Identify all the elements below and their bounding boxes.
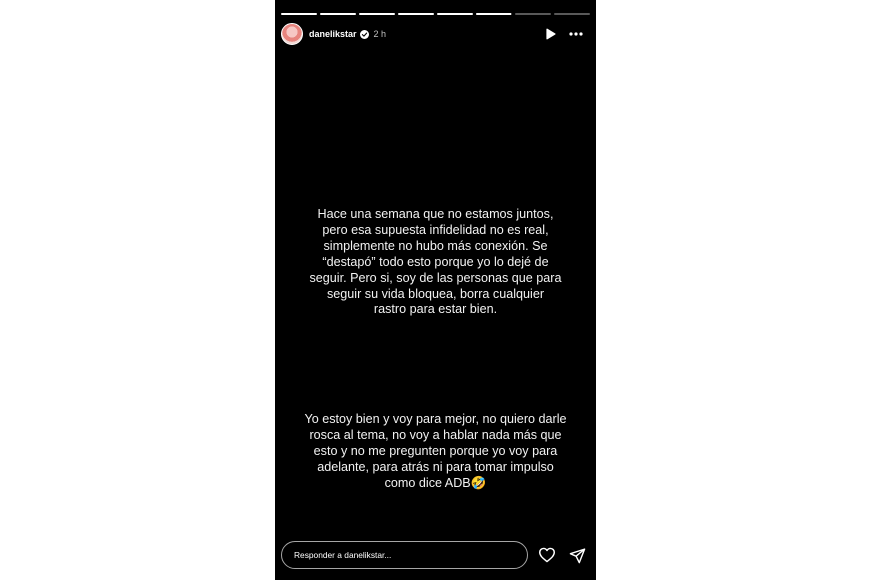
heart-icon[interactable]	[536, 544, 558, 566]
progress-segment-fill	[437, 13, 473, 15]
progress-segment	[398, 13, 434, 15]
progress-segment-fill	[320, 13, 356, 15]
username[interactable]: danelikstar	[309, 29, 357, 39]
story-footer	[281, 541, 588, 569]
send-icon[interactable]	[566, 544, 588, 566]
play-icon[interactable]	[540, 24, 560, 44]
story-viewer: danelikstar 2 h Hace una semana que no e…	[275, 0, 596, 580]
story-header: danelikstar 2 h	[281, 22, 586, 46]
progress-segment	[554, 13, 590, 15]
post-time: 2 h	[373, 29, 387, 39]
story-progress-bar	[281, 13, 590, 15]
progress-segment-fill	[476, 13, 512, 15]
avatar[interactable]	[281, 23, 303, 45]
reply-box[interactable]	[281, 541, 529, 569]
progress-segment	[281, 13, 317, 15]
more-icon[interactable]	[566, 24, 586, 44]
progress-segment	[515, 13, 551, 15]
progress-segment	[437, 13, 473, 15]
story-text-primary: Hace una semana que no estamos juntos, p…	[309, 207, 562, 317]
verified-badge-icon	[359, 29, 369, 39]
progress-segment	[359, 13, 395, 15]
reply-input[interactable]	[294, 550, 528, 560]
story-text-secondary: Yo estoy bien y voy para mejor, no quier…	[304, 412, 567, 490]
progress-segment	[476, 13, 512, 15]
progress-segment-fill	[359, 13, 395, 15]
progress-segment-fill	[281, 13, 317, 15]
progress-segment	[320, 13, 356, 15]
progress-segment-fill	[398, 13, 434, 15]
